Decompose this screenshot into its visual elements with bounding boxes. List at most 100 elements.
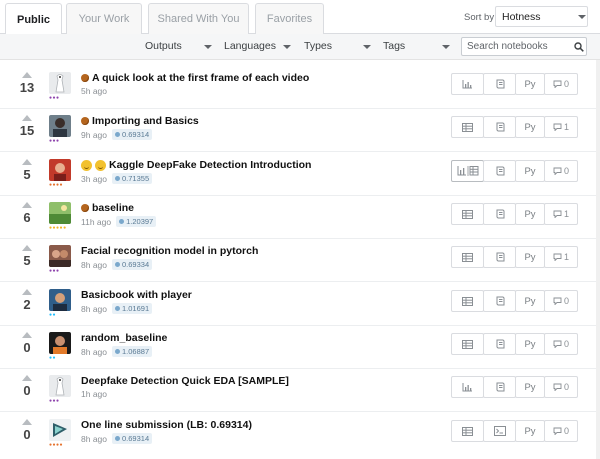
language-button[interactable]: Py xyxy=(515,246,545,268)
score-badge: 1.20397 xyxy=(116,216,157,227)
notebook-type-button[interactable] xyxy=(483,160,516,182)
score-value: 1.20397 xyxy=(126,217,154,226)
sort-select[interactable]: Hotness xyxy=(495,6,588,27)
upvote-icon[interactable] xyxy=(22,375,32,381)
output-button[interactable] xyxy=(451,420,484,442)
score-icon xyxy=(115,262,120,267)
notebook-type-button[interactable] xyxy=(483,420,516,442)
upvote-icon[interactable] xyxy=(22,245,32,251)
language-button[interactable]: Py xyxy=(515,203,545,225)
language-button[interactable]: Py xyxy=(515,333,545,355)
smile-emoji-icon xyxy=(81,159,92,171)
notebook-type-button[interactable] xyxy=(483,73,516,95)
comments-button[interactable]: 0 xyxy=(544,73,578,95)
smile-emoji-icon xyxy=(95,159,106,171)
avatar[interactable] xyxy=(49,419,71,441)
comments-button[interactable]: 1 xyxy=(544,246,578,268)
notebook-title[interactable]: random_baseline xyxy=(81,332,167,344)
notebook-type-button[interactable] xyxy=(483,333,516,355)
notebook-type-button[interactable] xyxy=(483,203,516,225)
outputs-filter[interactable]: Outputs xyxy=(145,40,182,52)
updated-time: 8h ago xyxy=(81,346,107,357)
avatar[interactable] xyxy=(49,245,71,267)
search-placeholder: Search notebooks xyxy=(467,41,548,52)
tab-favorites[interactable]: Favorites xyxy=(255,3,324,34)
avatar[interactable] xyxy=(49,202,71,224)
output-button[interactable] xyxy=(451,160,484,182)
filter-bar: Outputs Languages Types Tags Search note… xyxy=(0,34,600,60)
notebook-type-button[interactable] xyxy=(483,116,516,138)
row-divider xyxy=(0,281,596,282)
comments-button[interactable]: 0 xyxy=(544,333,578,355)
score-icon xyxy=(115,306,120,311)
upvote-icon[interactable] xyxy=(22,289,32,295)
comments-button[interactable]: 0 xyxy=(544,160,578,182)
notebook-title[interactable]: Facial recognition model in pytorch xyxy=(81,245,258,257)
output-button[interactable] xyxy=(451,73,484,95)
notebook-title[interactable]: Kaggle DeepFake Detection Introduction xyxy=(81,159,311,171)
language-button[interactable]: Py xyxy=(515,116,545,138)
avatar[interactable] xyxy=(49,159,71,181)
notebook-row[interactable]: 5 ●●●● Kaggle DeepFake Detection Introdu… xyxy=(0,157,600,200)
notebook-row[interactable]: 2 ●● Basicbook with player 8h ago 1.01691… xyxy=(0,287,600,330)
language-button[interactable]: Py xyxy=(515,160,545,182)
avatar[interactable] xyxy=(49,72,71,94)
upvote-icon[interactable] xyxy=(22,419,32,425)
comments-button[interactable]: 1 xyxy=(544,203,578,225)
upvote-icon[interactable] xyxy=(22,332,32,338)
upvote-icon[interactable] xyxy=(22,202,32,208)
scrollbar[interactable] xyxy=(596,60,600,459)
tab-shared-label: Shared With You xyxy=(157,13,240,25)
types-filter[interactable]: Types xyxy=(304,40,332,52)
comments-button[interactable]: 0 xyxy=(544,376,578,398)
notebook-title[interactable]: One line submission (LB: 0.69314) xyxy=(81,419,252,431)
comment-count: 0 xyxy=(563,79,569,89)
notebook-row[interactable]: 6 ●●●●● baseline 11h ago 1.20397 Py 1 xyxy=(0,200,600,243)
avatar[interactable] xyxy=(49,332,71,354)
upvote-icon[interactable] xyxy=(22,72,32,78)
tags-filter[interactable]: Tags xyxy=(383,40,405,52)
notebook-type-button[interactable] xyxy=(483,246,516,268)
languages-filter[interactable]: Languages xyxy=(224,40,276,52)
notebook-type-button[interactable] xyxy=(483,376,516,398)
notebook-row[interactable]: 0 ●● random_baseline 8h ago 1.06887 Py 0 xyxy=(0,330,600,373)
output-button[interactable] xyxy=(451,116,484,138)
comment-icon xyxy=(553,383,562,391)
notebook-title[interactable]: A quick look at the first frame of each … xyxy=(81,72,309,84)
output-button[interactable] xyxy=(451,203,484,225)
notebook-row[interactable]: 5 ●●● Facial recognition model in pytorc… xyxy=(0,243,600,286)
output-button[interactable] xyxy=(451,376,484,398)
upvote-icon[interactable] xyxy=(22,115,32,121)
language-button[interactable]: Py xyxy=(515,290,545,312)
output-button[interactable] xyxy=(451,290,484,312)
tier-indicator: ●● xyxy=(49,312,57,318)
notebook-row[interactable]: 15 ●●● Importing and Basics 9h ago 0.6931… xyxy=(0,113,600,156)
notebook-title[interactable]: baseline xyxy=(81,202,134,214)
notebook-row[interactable]: 0 ●●● Deepfake Detection Quick EDA [SAMP… xyxy=(0,373,600,416)
language-button[interactable]: Py xyxy=(515,73,545,95)
comment-icon xyxy=(553,297,562,305)
tab-shared-with-you[interactable]: Shared With You xyxy=(148,3,249,34)
search-input[interactable]: Search notebooks xyxy=(461,37,587,56)
comments-button[interactable]: 1 xyxy=(544,116,578,138)
notebook-title[interactable]: Basicbook with player xyxy=(81,289,192,301)
output-button[interactable] xyxy=(451,246,484,268)
upvote-icon[interactable] xyxy=(22,159,32,165)
avatar[interactable] xyxy=(49,115,71,137)
language-button[interactable]: Py xyxy=(515,420,545,442)
notebook-type-button[interactable] xyxy=(483,290,516,312)
notebook-row[interactable]: 0 ●●●● One line submission (LB: 0.69314)… xyxy=(0,417,600,459)
avatar[interactable] xyxy=(49,375,71,397)
notebook-row[interactable]: 13 ●●● A quick look at the first frame o… xyxy=(0,70,600,113)
tab-public[interactable]: Public xyxy=(5,3,62,35)
output-button[interactable] xyxy=(451,333,484,355)
tab-your-work[interactable]: Your Work xyxy=(66,3,142,34)
comments-button[interactable]: 0 xyxy=(544,420,578,442)
notebook-title[interactable]: Deepfake Detection Quick EDA [SAMPLE] xyxy=(81,375,289,387)
notebook-title[interactable]: Importing and Basics xyxy=(81,115,199,127)
score-value: 1.01691 xyxy=(122,304,150,313)
score-icon xyxy=(115,349,120,354)
avatar[interactable] xyxy=(49,289,71,311)
language-button[interactable]: Py xyxy=(515,376,545,398)
comments-button[interactable]: 0 xyxy=(544,290,578,312)
